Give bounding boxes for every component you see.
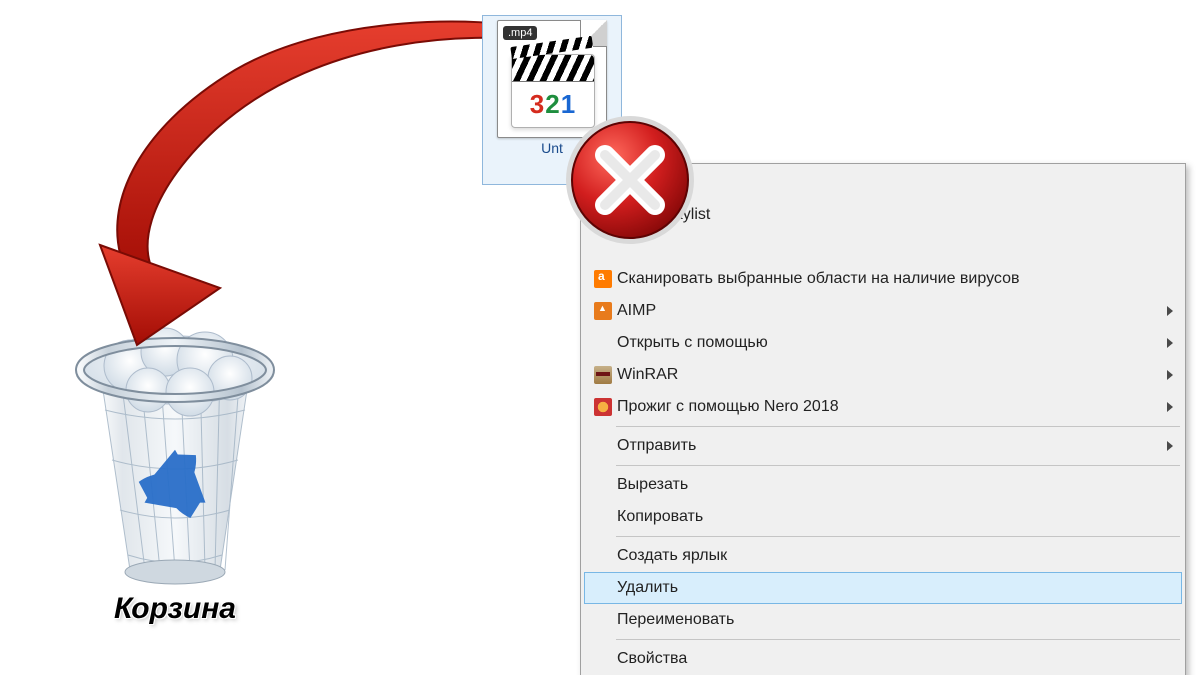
recycle-bin-desktop-icon[interactable]: Корзина	[30, 300, 320, 626]
menu-separator	[616, 465, 1180, 466]
submenu-arrow-icon	[1167, 306, 1173, 316]
submenu-arrow-icon	[1167, 402, 1173, 412]
menu-item-label: Открыть с помощью	[617, 334, 1159, 352]
menu-item-label: Свойства	[617, 650, 1173, 668]
menu-item-avast-scan[interactable]: Сканировать выбранные области на наличие…	[584, 263, 1182, 295]
menu-item-winrar[interactable]: WinRAR	[584, 359, 1182, 391]
menu-item-copy[interactable]: Копировать	[584, 501, 1182, 533]
menu-item-label: C-HC playlist	[617, 206, 1173, 224]
menu-separator	[616, 426, 1180, 427]
file-extension-badge: .mp4	[503, 26, 537, 40]
menu-item-label: WinRAR	[617, 366, 1159, 384]
menu-item-label: Сканировать выбранные области на наличие…	[617, 270, 1173, 288]
submenu-arrow-icon	[1167, 370, 1173, 380]
menu-item-label: Создать ярлык	[617, 547, 1173, 565]
menu-item-label: Копировать	[617, 508, 1173, 526]
recycle-bin-icon	[60, 300, 290, 590]
nero-icon	[589, 398, 617, 416]
menu-item-properties[interactable]: Свойства	[584, 643, 1182, 675]
menu-item-label: Удалить	[617, 579, 1173, 597]
menu-item-label: AIMP	[617, 302, 1159, 320]
avast-icon	[589, 270, 617, 288]
submenu-arrow-icon	[1167, 338, 1173, 348]
menu-item-rename[interactable]: Переименовать	[584, 604, 1182, 636]
menu-item-label: MPC-HC	[617, 174, 1173, 192]
menu-item-delete[interactable]: Удалить	[584, 572, 1182, 604]
menu-item-shortcut[interactable]: Создать ярлык	[584, 540, 1182, 572]
submenu-arrow-icon	[1167, 441, 1173, 451]
menu-item-nero[interactable]: Прожиг с помощью Nero 2018	[584, 391, 1182, 423]
menu-item-label: Отправить	[617, 437, 1159, 455]
recycle-bin-label: Корзина	[114, 592, 236, 626]
menu-separator	[616, 536, 1180, 537]
menu-item-send-to[interactable]: Отправить	[584, 430, 1182, 462]
menu-item-label: Переименовать	[617, 611, 1173, 629]
winrar-icon	[589, 366, 617, 384]
error-cross-icon	[560, 110, 700, 250]
menu-item-open-with[interactable]: Открыть с помощью	[584, 327, 1182, 359]
menu-item-aimp[interactable]: AIMP	[584, 295, 1182, 327]
menu-separator	[616, 639, 1180, 640]
menu-item-label: Вырезать	[617, 476, 1173, 494]
menu-item-cut[interactable]: Вырезать	[584, 469, 1182, 501]
menu-item-label: Прожиг с помощью Nero 2018	[617, 398, 1159, 416]
aimp-icon	[589, 302, 617, 320]
